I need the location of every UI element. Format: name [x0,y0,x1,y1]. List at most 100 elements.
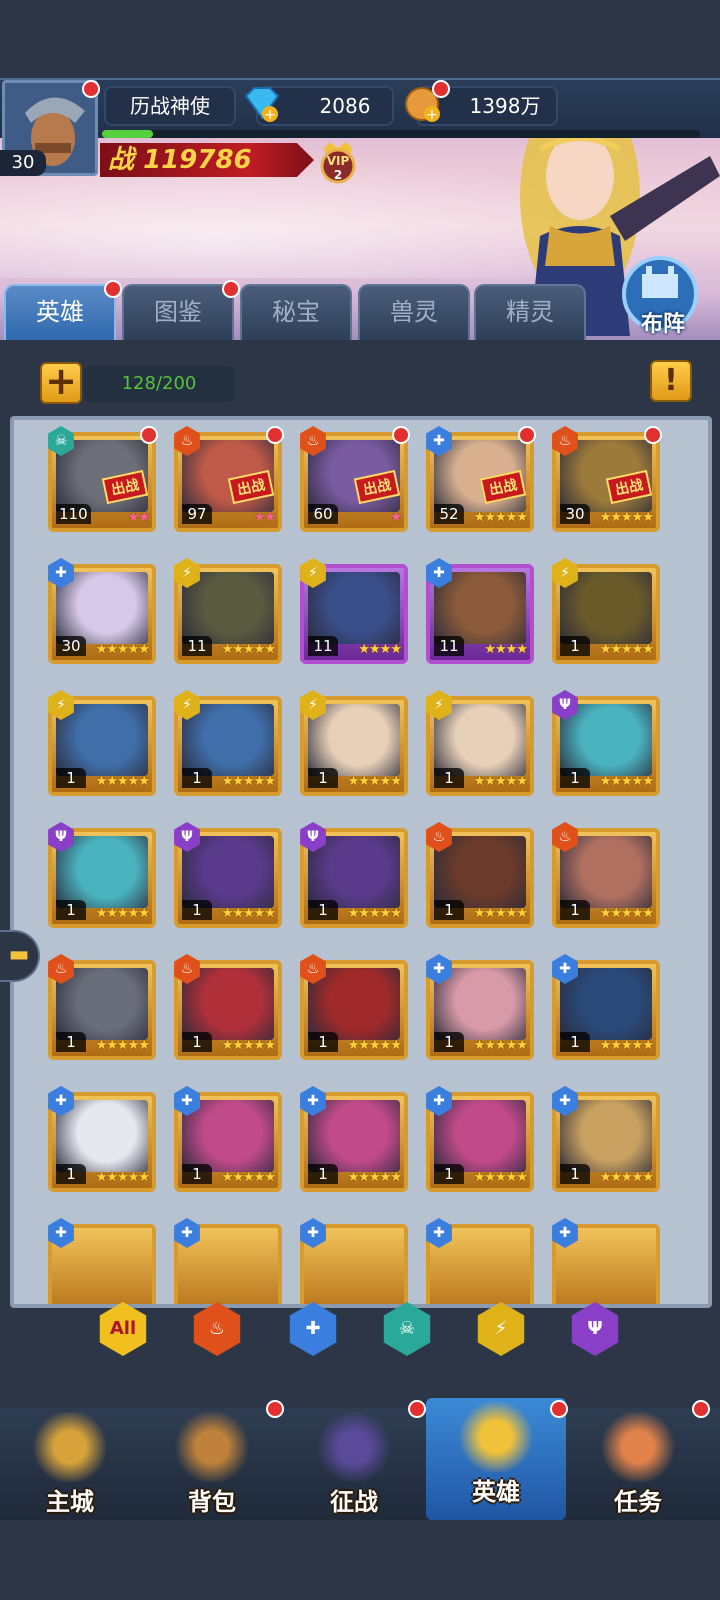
hero-level: 11 [182,636,212,656]
hero-stars: ★★★★★ [473,774,528,789]
tab-2[interactable]: 秘宝 [240,284,352,340]
hero-stars: ★★★★★ [95,774,150,789]
hero-level: 30 [56,636,86,656]
hero-level: 52 [434,504,464,524]
hero-stars: ★★★★ [484,642,528,657]
hero-level: 1 [182,1164,212,1184]
hero-level: 1 [308,1032,338,1052]
tab-label: 精灵 [506,298,554,326]
add-slots-button[interactable]: + [40,362,82,404]
gold-value: 1398万 [469,94,541,118]
nav-chest[interactable]: 背包 [142,1408,282,1520]
nav-notify-dot [266,1400,284,1418]
tab-0[interactable]: 英雄 [4,284,116,340]
hero-grid: 出战 110 ★★ ☠ 出战 97 ★★ ♨ 出战 60 ★ ♨ 出战 52 ★★★★★ ✚ 出战 30 ★★★★★… [10,416,712,1308]
hero-stars: ★★★★ [358,642,402,657]
diamond-icon[interactable]: + [240,82,284,126]
tab-notify-dot [104,280,122,298]
hero-stars: ★★★★★ [599,1038,654,1053]
hero-stars: ★★★★★ [473,510,528,525]
nav-notify-dot [408,1400,426,1418]
hero-level: 1 [560,900,590,920]
nav-label: 主城 [46,1488,94,1516]
hero-stars: ★★★★★ [95,1038,150,1053]
system-bar [0,1520,720,1600]
hero-level: 30 [560,504,590,524]
tab-4[interactable]: 精灵 [474,284,586,340]
tab-3[interactable]: 兽灵 [358,284,470,340]
hero-notify-dot [392,426,410,444]
power-label: 战 [108,145,135,175]
nav-scroll[interactable]: 任务 [568,1408,708,1520]
hero-level: 11 [434,636,464,656]
tab-notify-dot [222,280,240,298]
hero-level: 1 [308,1164,338,1184]
nav-castle[interactable]: 主城 [0,1408,140,1520]
tab-label: 英雄 [36,298,84,326]
svg-text:+: + [264,107,276,123]
hero-stars: ★★★★★ [599,642,654,657]
hero-stars: ★★★★★ [95,642,150,657]
hero-stars: ★★★★★ [599,906,654,921]
info-button[interactable]: ! [650,360,692,402]
hero-stars: ★★★★★ [473,1038,528,1053]
hero-level: 60 [308,504,338,524]
tab-label: 秘宝 [272,298,320,326]
formation-label[interactable]: 布阵 [628,306,698,338]
vip-level: 2 [333,168,343,182]
hero-stars: ★★★★★ [221,906,276,921]
player-title: 历战神使 [104,86,236,126]
hero-stars: ★★★★★ [347,774,402,789]
trident-icon: Ψ [587,1318,603,1339]
cross-icon: ✚ [305,1318,321,1339]
tab-label: 兽灵 [390,298,438,326]
wing-icon: ⚡ [494,1318,508,1339]
castle-icon [30,1412,110,1482]
tab-1[interactable]: 图鉴 [122,284,234,340]
tab-label: 图鉴 [154,298,202,326]
gold-notify-dot [432,80,450,98]
hero-stars: ★★★★★ [95,1170,150,1185]
hero-stars: ★★★★★ [347,1038,402,1053]
nav-portal[interactable]: 征战 [284,1408,424,1520]
hero-level: 1 [434,1032,464,1052]
nav-label: 任务 [614,1488,662,1516]
hero-stars: ★★★★★ [599,1170,654,1185]
nav-helmet[interactable]: 英雄 [426,1398,566,1520]
hero-level: 1 [434,900,464,920]
nav-label: 征战 [330,1488,378,1516]
hero-stars: ★★ [253,510,276,525]
hero-stars: ★★★★★ [599,510,654,525]
hero-stars: ★★★★★ [347,906,402,921]
hero-level: 1 [434,1164,464,1184]
hero-stars: ★ [390,510,402,525]
hero-stars: ★★★★★ [221,1170,276,1185]
hero-level: 1 [560,636,590,656]
hero-level: 1 [182,1032,212,1052]
hero-level: 1 [56,1032,86,1052]
portal-icon [314,1412,394,1482]
hero-level: 11 [308,636,338,656]
hero-level: 1 [560,1032,590,1052]
hero-stars: ★★★★★ [221,642,276,657]
combat-power: 战 119786 [100,143,314,177]
scroll-icon [598,1412,678,1482]
exp-bar [102,130,700,138]
hero-stars: ★★★★★ [599,774,654,789]
helmet-icon [456,1402,536,1472]
hero-stars: ★★★★★ [221,774,276,789]
hero-level: 1 [56,900,86,920]
hero-level: 110 [56,504,91,524]
vip-label: VIP [326,154,350,168]
hero-level: 1 [56,1164,86,1184]
hero-notify-dot [644,426,662,444]
hero-level: 97 [182,504,212,524]
all-icon: All [109,1318,137,1339]
nav-label: 英雄 [472,1478,520,1506]
hero-level: 1 [308,768,338,788]
hero-stars: ★★ [127,510,150,525]
player-level: 30 [0,150,46,176]
hero-notify-dot [266,426,284,444]
hero-level: 1 [560,768,590,788]
hero-count: 128/200 [84,366,234,402]
